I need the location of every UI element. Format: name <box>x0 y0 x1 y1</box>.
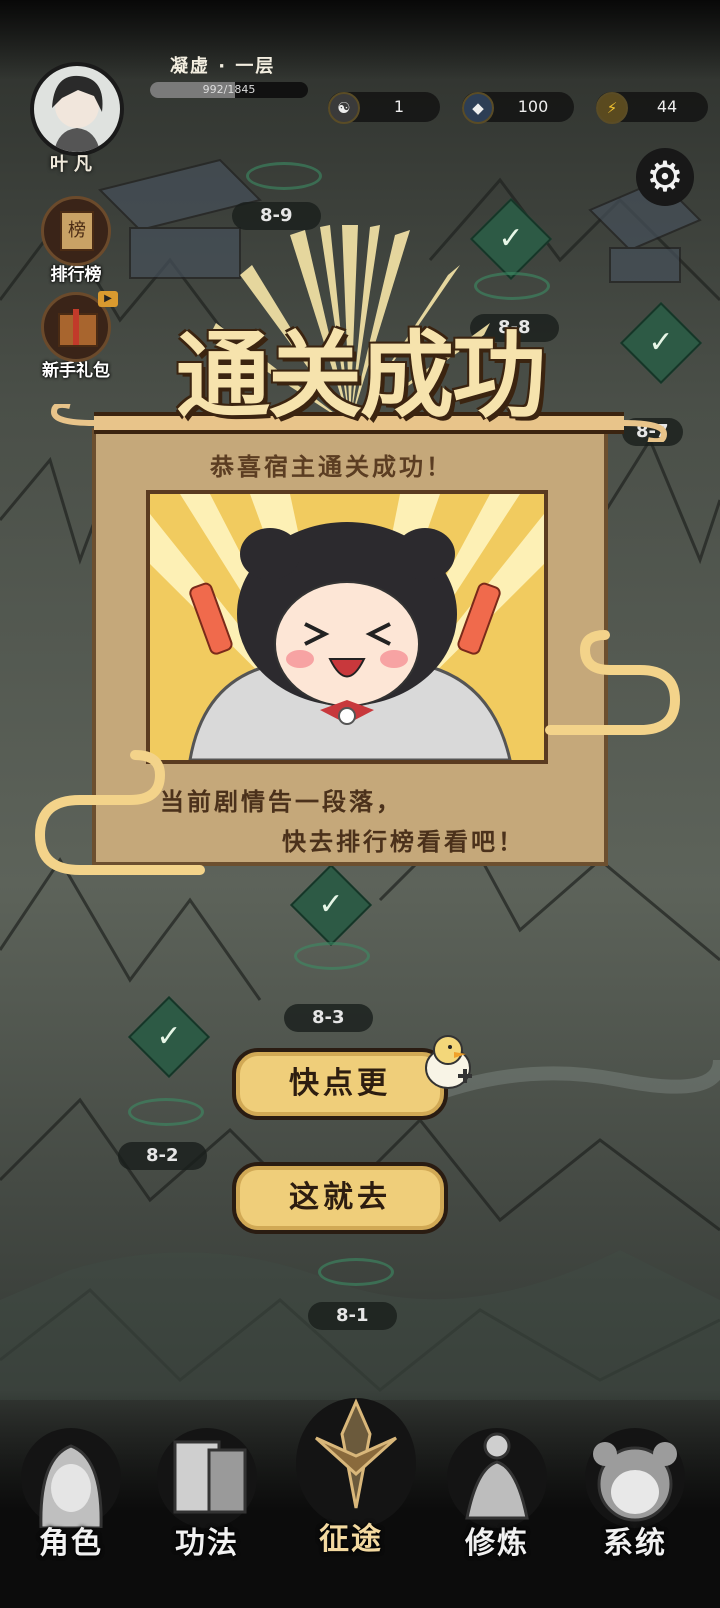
victory-character-illustration <box>146 490 548 764</box>
stage-node-8-3[interactable]: ✓ <box>289 863 373 947</box>
update-faster-button[interactable]: 快点更 <box>232 1048 448 1120</box>
nav-skills[interactable]: 功法 <box>152 1428 262 1561</box>
settings-gear-button[interactable]: ⚙ <box>636 148 694 206</box>
top-shade <box>0 0 720 80</box>
stage-ring <box>246 162 322 190</box>
stage-node-8-7[interactable]: ✓ <box>619 301 703 385</box>
stage-label-8-3[interactable]: 8-3 <box>284 1004 373 1032</box>
stage-ring <box>318 1258 394 1286</box>
victory-title: 通关成功 <box>175 321 546 431</box>
duck-mascot-icon <box>425 1035 472 1089</box>
stage-label-8-1[interactable]: 8-1 <box>308 1302 397 1330</box>
hooded-figure-icon <box>21 1428 121 1530</box>
cloud-swirl-left <box>34 750 205 875</box>
avatar-portrait-icon <box>52 75 103 152</box>
nav-cultivation[interactable]: 修炼 <box>442 1428 552 1561</box>
nav-system[interactable]: 系统 <box>580 1428 690 1561</box>
resource-spirit-stone[interactable]: ◆ 100 <box>462 92 574 124</box>
victory-message-line-2: 快去排行榜看看吧！ <box>282 827 525 856</box>
nav-label: 功法 <box>175 1526 239 1561</box>
meditating-figure-icon <box>447 1428 547 1528</box>
cloud-swirl-right <box>545 630 681 735</box>
victory-subtitle: 恭喜宿主通关成功！ <box>210 452 453 481</box>
gift-box-icon: ▶ <box>41 291 118 362</box>
nav-journey[interactable]: 征途 <box>296 1398 416 1557</box>
resource-value: 100 <box>517 97 549 116</box>
nav-label: 角色 <box>39 1526 103 1561</box>
stage-ring <box>128 1098 204 1126</box>
leaderboard-button[interactable]: 榜 排行榜 <box>38 196 114 285</box>
player-avatar[interactable] <box>30 62 124 156</box>
player-name: 叶凡 <box>50 154 98 175</box>
realm-level: 凝虚 · 一层 <box>170 56 276 77</box>
resource-value: 44 <box>656 97 678 116</box>
book-icon <box>157 1428 257 1528</box>
nav-label: 系统 <box>603 1526 667 1561</box>
check-icon: ✓ <box>619 301 703 385</box>
spirit-stone-icon: ◆ <box>462 92 494 124</box>
resource-yin-yang[interactable]: ☯ 1 <box>328 92 440 124</box>
lightning-icon: ⚡ <box>596 92 628 124</box>
resource-value: 1 <box>393 97 405 116</box>
girl-portrait-icon <box>585 1428 685 1528</box>
yin-yang-icon: ☯ <box>328 92 360 124</box>
leaderboard-icon: 榜 <box>41 196 111 266</box>
resource-energy[interactable]: ⚡ 44 <box>596 92 708 124</box>
stage-label-8-2[interactable]: 8-2 <box>118 1142 207 1170</box>
exp-progress-bar: 992/1845 <box>150 82 308 98</box>
check-icon: ✓ <box>289 863 373 947</box>
exp-progress-text: 992/1845 <box>202 83 256 96</box>
check-icon: ✓ <box>127 995 211 1079</box>
nav-label: 修炼 <box>465 1526 529 1561</box>
newbie-gift-button[interactable]: ▶ 新手礼包 <box>38 291 118 381</box>
nav-label: 征途 <box>319 1522 383 1557</box>
stage-ring <box>294 942 370 970</box>
nav-character[interactable]: 角色 <box>16 1428 126 1561</box>
stage-node-8-2[interactable]: ✓ <box>127 995 211 1079</box>
gear-icon: ⚙ <box>646 152 684 201</box>
go-to-leaderboard-button[interactable]: 这就去 <box>232 1162 448 1234</box>
sword-emblem-icon <box>296 1398 416 1528</box>
